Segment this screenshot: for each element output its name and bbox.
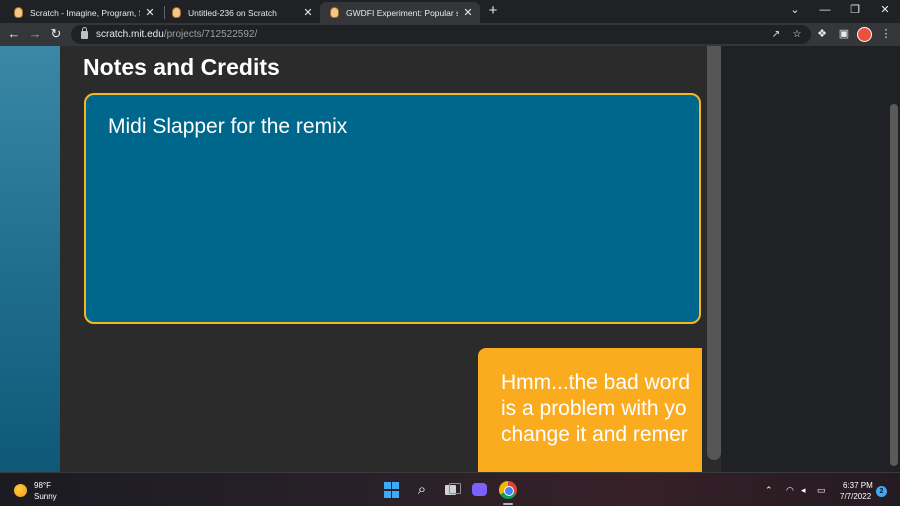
scratch-favicon-icon xyxy=(172,7,181,18)
active-app-indicator xyxy=(503,503,513,505)
speaker-icon[interactable]: ◂ xyxy=(801,483,806,497)
new-tab-button[interactable]: + xyxy=(485,3,501,19)
windows-taskbar: 98°F Sunny ⌕ ⌃ ◠ ◂ ▭ 6:37 PM 7/7/2022 2 xyxy=(0,472,900,506)
browser-toolbar: ← → ↻ scratch.mit.edu /projects/71252259… xyxy=(0,23,900,46)
restore-button[interactable]: ❐ xyxy=(840,0,870,20)
close-icon[interactable]: ✕ xyxy=(462,6,474,19)
url-host: scratch.mit.edu xyxy=(96,29,164,40)
profile-avatar[interactable] xyxy=(857,27,872,42)
comment-line: Hmm...the bad word xyxy=(501,371,691,394)
notes-credits-heading: Notes and Credits xyxy=(83,54,280,80)
share-icon[interactable]: ↗ xyxy=(768,25,784,44)
url-path: /projects/712522592/ xyxy=(163,29,258,40)
extensions-puzzle-icon[interactable]: ❖ xyxy=(814,26,830,42)
comment-line: is a problem with yo xyxy=(501,397,687,420)
side-panel-icon[interactable]: ▣ xyxy=(836,26,852,42)
clock-time[interactable]: 6:37 PM xyxy=(843,481,873,490)
page-viewport: Notes and Credits Midi Slapper for the r… xyxy=(0,46,900,472)
tab-search-chevron-icon[interactable]: ⌄ xyxy=(780,0,810,20)
minimize-button[interactable]: — xyxy=(810,0,840,20)
tab-title: Untitled-236 on Scratch xyxy=(188,7,277,18)
wifi-icon[interactable]: ◠ xyxy=(786,483,794,497)
lock-icon[interactable] xyxy=(81,26,88,39)
tab-strip: Scratch - Imagine, Program, Shar ✕ Untit… xyxy=(0,0,900,23)
bookmark-star-icon[interactable]: ☆ xyxy=(789,25,805,44)
address-bar[interactable]: scratch.mit.edu /projects/712522592/ ↗ ☆ xyxy=(71,25,811,44)
content-scrollbar[interactable] xyxy=(707,46,721,460)
comment-line: change it and remer xyxy=(501,423,688,446)
chrome-icon[interactable] xyxy=(499,481,517,499)
back-arrow-icon[interactable]: ← xyxy=(6,26,22,42)
right-gutter xyxy=(721,46,900,472)
notification-badge[interactable]: 2 xyxy=(876,486,887,497)
weather-condition[interactable]: Sunny xyxy=(34,492,57,501)
notes-text: Midi Slapper for the remix xyxy=(108,115,348,138)
close-icon[interactable]: ✕ xyxy=(302,6,314,19)
comment-bubble: Hmm...the bad word is a problem with yo … xyxy=(478,348,702,472)
tab-title: GWDFI Experiment: Popular scrat xyxy=(346,7,458,18)
tab-title: Scratch - Imagine, Program, Shar xyxy=(30,7,140,18)
window-close-button[interactable]: ✕ xyxy=(870,0,900,20)
windows-start-icon[interactable] xyxy=(383,481,401,499)
tab-untitled-236[interactable]: Untitled-236 on Scratch ✕ xyxy=(162,2,320,23)
battery-icon[interactable]: ▭ xyxy=(817,483,826,497)
task-view-icon[interactable] xyxy=(443,481,461,499)
page-scrollbar-thumb[interactable] xyxy=(890,104,898,466)
scratch-favicon-icon xyxy=(330,7,339,18)
left-decorative-panel xyxy=(0,46,60,472)
close-icon[interactable]: ✕ xyxy=(144,6,156,19)
tab-gwdfi-experiment[interactable]: GWDFI Experiment: Popular scrat ✕ xyxy=(320,2,480,23)
chat-icon[interactable] xyxy=(471,481,489,499)
sun-weather-icon[interactable] xyxy=(14,484,27,497)
clock-date[interactable]: 7/7/2022 xyxy=(840,492,871,501)
reload-icon[interactable]: ↻ xyxy=(48,26,64,42)
notes-credits-box: Midi Slapper for the remix xyxy=(84,93,701,324)
chevron-up-icon[interactable]: ⌃ xyxy=(765,483,773,497)
search-icon[interactable]: ⌕ xyxy=(413,481,431,499)
menu-kebab-icon[interactable]: ⋮ xyxy=(878,26,894,42)
forward-arrow-icon[interactable]: → xyxy=(27,26,43,42)
weather-temperature[interactable]: 98°F xyxy=(34,481,51,490)
scratch-favicon-icon xyxy=(14,7,23,18)
tab-scratch-home[interactable]: Scratch - Imagine, Program, Shar ✕ xyxy=(4,2,162,23)
